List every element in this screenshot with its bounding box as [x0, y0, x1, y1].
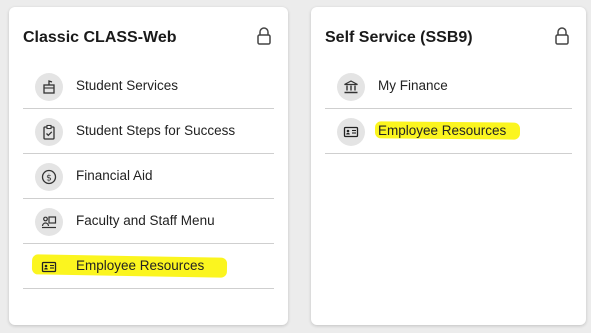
menu-item-employee-resources[interactable]: Employee Resources	[23, 244, 274, 289]
menu-item-student-services[interactable]: Student Services	[23, 64, 274, 109]
menu-item-label: My Finance	[378, 78, 448, 93]
id-card-icon	[337, 118, 365, 146]
clipboard-check-icon	[35, 118, 63, 146]
menu-item-faculty-staff[interactable]: Faculty and Staff Menu	[23, 199, 274, 244]
student-services-icon	[35, 73, 63, 101]
lock-icon	[554, 27, 570, 45]
card-title: Classic CLASS-Web	[23, 29, 177, 46]
menu-item-employee-resources[interactable]: Employee Resources	[325, 109, 572, 154]
self-service-ssb9-card: Self Service (SSB9) My Finance Employee …	[311, 7, 586, 325]
bank-icon	[337, 73, 365, 101]
presentation-icon	[35, 208, 63, 236]
menu-item-label: Financial Aid	[76, 168, 153, 183]
card-menu-list: Student Services Student Steps for Succe…	[23, 64, 274, 289]
menu-item-financial-aid[interactable]: $ Financial Aid	[23, 154, 274, 199]
menu-item-label: Student Steps for Success	[76, 123, 236, 138]
lock-icon	[256, 27, 272, 45]
menu-item-student-steps[interactable]: Student Steps for Success	[23, 109, 274, 154]
menu-item-label: Employee Resources	[378, 123, 507, 138]
svg-text:$: $	[46, 173, 52, 183]
classic-class-web-card: Classic CLASS-Web Student Services Stude…	[9, 7, 288, 325]
menu-item-label: Student Services	[76, 78, 179, 93]
id-card-icon	[35, 253, 63, 281]
menu-item-label: Faculty and Staff Menu	[76, 213, 215, 228]
dollar-circle-icon: $	[35, 163, 63, 191]
menu-item-my-finance[interactable]: My Finance	[325, 64, 572, 109]
card-title: Self Service (SSB9)	[325, 29, 473, 46]
menu-item-label: Employee Resources	[76, 258, 205, 273]
card-menu-list: My Finance Employee Resources	[325, 64, 572, 154]
